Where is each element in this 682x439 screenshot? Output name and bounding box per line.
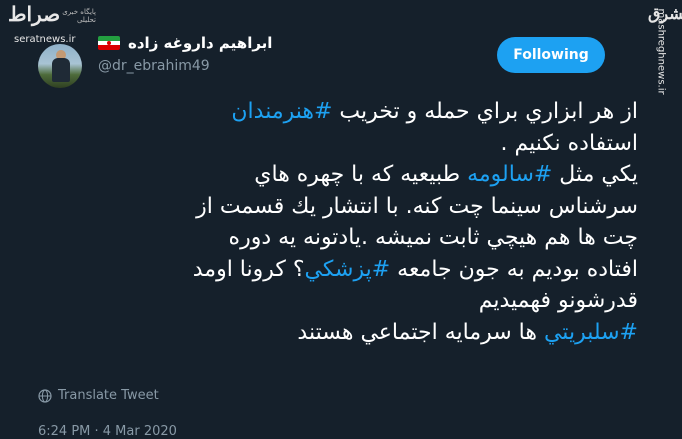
mashregh-watermark: مشرق mashreghnews.ir [640, 0, 682, 140]
translate-tweet-link[interactable]: Translate Tweet [38, 388, 159, 403]
globe-icon [38, 388, 52, 403]
tweet-line: سرشناس سينما چت كنه. با انتشار يك قسمت ا… [22, 191, 638, 223]
hashtag-link[interactable]: #پزشكي [305, 257, 391, 282]
tweet-text-segment: ها سرمايه اجتماعي هستند [297, 319, 544, 345]
seratnews-watermark: صراط پایگاه خبری تحلیلی seratnews.ir [0, 0, 96, 54]
tweet-text-segment: ؟ كرونا اومد [192, 256, 305, 282]
tweet-line: استفاده نكنيم . [22, 128, 638, 160]
iran-flag-icon [98, 36, 120, 50]
tweet-line: يكي مثل #سالومه طبيعيه كه با چهره هاي [22, 159, 638, 191]
tweet-line: از هر ابزاري براي حمله و تخريب #هنرمندان [22, 96, 638, 128]
tweet-text-segment: قدرشونو فهميديم [478, 288, 638, 313]
hashtag-link[interactable]: #سالومه [467, 162, 552, 187]
hashtag-link[interactable]: #سلبريتي [544, 320, 638, 345]
tweet-text-segment: يكي مثل [552, 162, 638, 187]
author-name-row: ابراهیم داروغه زاده [98, 32, 272, 54]
avatar[interactable] [38, 44, 82, 88]
following-button[interactable]: Following [497, 37, 605, 73]
seratnews-subtitle: پایگاه خبری تحلیلی [62, 8, 96, 24]
tweet-text-segment: استفاده نكنيم . [500, 130, 638, 156]
tweet-text-segment: طبيعيه كه با چهره هاي [254, 162, 468, 187]
seratnews-url: seratnews.ir [14, 34, 76, 45]
tweet-text-segment: سرشناس سينما چت كنه. با انتشار يك قسمت ا… [196, 193, 638, 219]
tweet-line: افتاده بوديم به جون جامعه #پزشكي؟ كرونا … [22, 254, 638, 286]
tweet-line: قدرشونو فهميديم [22, 285, 638, 317]
tweet-text-segment: افتاده بوديم به جون جامعه [390, 256, 638, 282]
tweet-line: چت ها هم هيچي ثابت نميشه .يادتونه يه دور… [22, 222, 638, 254]
author-display-name[interactable]: ابراهیم داروغه زاده [128, 34, 272, 52]
translate-tweet-label[interactable]: Translate Tweet [58, 388, 159, 403]
author-handle[interactable]: @dr_ebrahim49 [98, 58, 210, 74]
hashtag-link[interactable]: #هنرمندان [231, 99, 332, 124]
tweet-text-segment: چت ها هم هيچي ثابت نميشه .يادتونه يه دور… [228, 225, 638, 250]
avatar-person [52, 58, 70, 82]
tweet-text: از هر ابزاري براي حمله و تخريب #هنرمندان… [22, 96, 638, 348]
tweet-text-segment: از هر ابزاري براي حمله و تخريب [332, 99, 638, 124]
tweet-line: #سلبريتي ها سرمايه اجتماعي هستند [22, 317, 638, 349]
mashregh-url: mashreghnews.ir [655, 8, 667, 95]
